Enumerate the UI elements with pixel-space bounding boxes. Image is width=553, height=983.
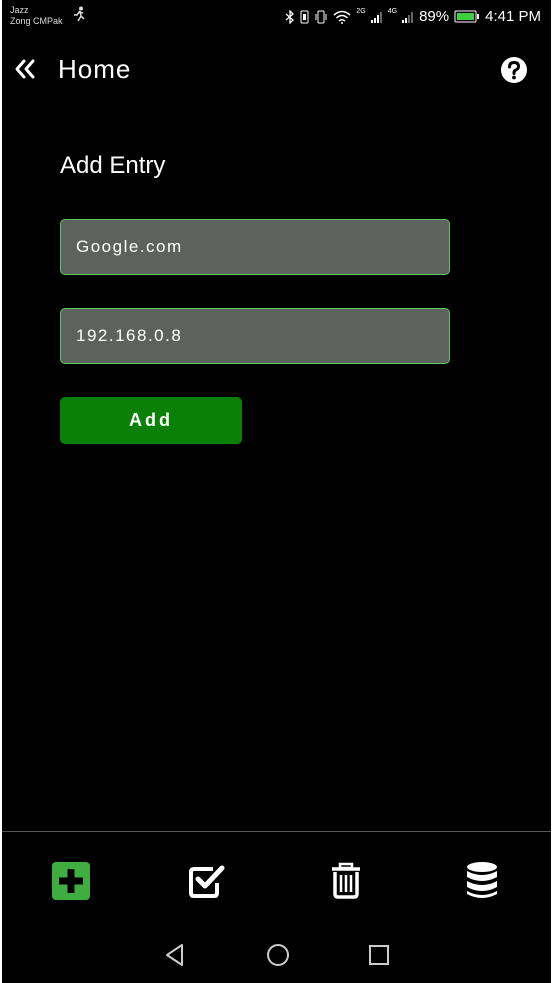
domain-input[interactable] bbox=[60, 219, 450, 275]
phone-screen: Jazz Zong CMPak 2G 4G 89% 4:41 PM Home A… bbox=[2, 0, 551, 983]
carrier-1: Jazz bbox=[10, 5, 29, 15]
double-chevron-left-icon[interactable] bbox=[12, 56, 38, 82]
signal-icon-1 bbox=[370, 11, 382, 23]
carrier-2: Zong CMPak bbox=[10, 16, 63, 26]
section-heading: Add Entry bbox=[60, 152, 166, 179]
running-man-icon bbox=[74, 6, 85, 22]
tab-add[interactable] bbox=[50, 860, 92, 902]
app-bar: Home bbox=[2, 42, 551, 98]
tab-database[interactable] bbox=[461, 860, 503, 902]
add-button[interactable]: Add bbox=[60, 397, 242, 444]
battery-percent: 89% bbox=[419, 8, 450, 25]
tab-delete[interactable] bbox=[325, 860, 367, 902]
home-nav-icon[interactable] bbox=[263, 940, 293, 970]
tab-check[interactable] bbox=[186, 860, 228, 902]
network-type-1: 2G bbox=[356, 8, 366, 15]
question-circle-icon[interactable] bbox=[500, 56, 528, 84]
database-icon bbox=[467, 862, 497, 898]
battery-icon bbox=[454, 10, 480, 23]
vibrate-icon bbox=[315, 10, 327, 23]
recents-nav-icon[interactable] bbox=[364, 940, 394, 970]
wifi-icon bbox=[333, 10, 351, 24]
bluetooth-icon bbox=[285, 9, 295, 24]
bottom-divider bbox=[2, 831, 551, 832]
status-icons: 2G 4G 89% 4:41 PM bbox=[285, 8, 541, 25]
page-title: Home bbox=[58, 54, 132, 84]
carrier-info: Jazz Zong CMPak bbox=[10, 5, 63, 27]
plus-square-icon bbox=[52, 862, 90, 900]
network-type-2: 4G bbox=[387, 8, 398, 15]
check-square-icon bbox=[189, 865, 225, 898]
ip-address-input[interactable] bbox=[60, 308, 450, 364]
back-nav-icon[interactable] bbox=[160, 940, 190, 970]
trash-icon bbox=[332, 862, 360, 899]
clock: 4:41 PM bbox=[485, 8, 541, 25]
nfc-icon bbox=[300, 10, 309, 23]
status-bar: Jazz Zong CMPak 2G 4G 89% 4:41 PM bbox=[2, 0, 551, 36]
signal-icon-2 bbox=[402, 11, 414, 23]
